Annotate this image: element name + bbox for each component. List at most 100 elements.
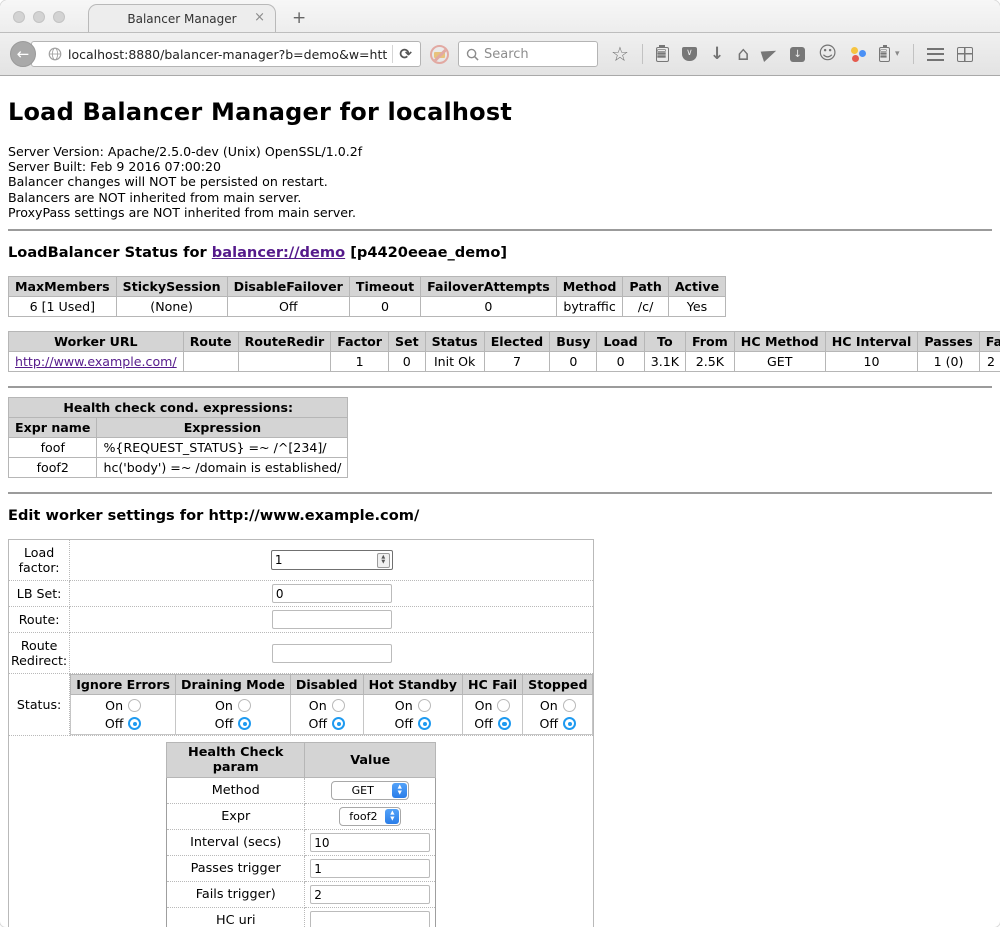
tab-balancer-manager[interactable]: Balancer Manager × — [88, 4, 276, 32]
col-ignore-errors: Ignore Errors — [71, 675, 176, 695]
cell-expression: hc('body') =~ /domain is established/ — [97, 458, 348, 478]
zoom-window-button[interactable] — [53, 11, 65, 23]
lb-set-label: LB Set: — [9, 581, 70, 607]
fails-trigger-input[interactable] — [310, 885, 430, 904]
search-placeholder[interactable]: Search — [484, 47, 529, 62]
radio-on-label: On — [215, 698, 233, 713]
hc-fail-off-radio[interactable] — [498, 717, 511, 730]
battery-widget-icon[interactable] — [879, 47, 890, 62]
radio-on-label: On — [475, 698, 493, 713]
col-active: Active — [668, 277, 725, 297]
urlbar-divider — [392, 45, 393, 63]
expr-row: foof2 hc('body') =~ /domain is establish… — [9, 458, 348, 478]
chevron-down-icon[interactable]: ▾ — [895, 49, 900, 59]
radio-off-label: Off — [394, 716, 413, 731]
radio-off-label: Off — [105, 716, 124, 731]
col-set: Set — [388, 332, 425, 352]
page-content: Load Balancer Manager for localhost Serv… — [0, 76, 1000, 927]
tab-close-icon[interactable]: × — [254, 10, 265, 25]
col-route: Route — [183, 332, 238, 352]
worker-url-link[interactable]: http://www.example.com/ — [15, 354, 177, 369]
stopped-on-radio[interactable] — [563, 699, 576, 712]
theme-colors-icon[interactable] — [850, 46, 866, 62]
col-busy: Busy — [550, 332, 597, 352]
chat-smiley-icon[interactable]: ☺ — [818, 45, 837, 63]
pocket-icon[interactable]: ∨ — [682, 47, 697, 61]
cell-maxmembers: 6 [1 Used] — [9, 297, 117, 317]
url-text[interactable]: localhost:8880/balancer-manager?b=demo&w… — [68, 47, 388, 62]
menu-icon[interactable] — [927, 48, 944, 61]
col-stickysession: StickySession — [116, 277, 227, 297]
save-page-icon[interactable]: ↓ — [790, 47, 805, 62]
reload-icon[interactable]: ⟳ — [397, 45, 420, 63]
url-bar[interactable]: localhost:8880/balancer-manager?b=demo&w… — [31, 41, 421, 67]
col-hc-value: Value — [305, 743, 436, 778]
select-arrows-icon: ▲▼ — [392, 783, 407, 798]
col-expr-name: Expr name — [9, 418, 97, 438]
balancer-demo-link[interactable]: balancer://demo — [212, 244, 345, 261]
cell-passes: 1 (0) — [918, 352, 979, 372]
interval-input[interactable] — [310, 833, 430, 852]
downloads-icon[interactable]: ↓ — [710, 46, 724, 63]
hc-uri-label: HC uri — [167, 908, 305, 927]
col-expression: Expression — [97, 418, 348, 438]
divider — [8, 492, 992, 494]
load-factor-input[interactable] — [275, 553, 365, 567]
minimize-window-button[interactable] — [33, 11, 45, 23]
expr-select[interactable]: foof2 ▲▼ — [339, 807, 401, 826]
navigation-toolbar: ← localhost:8880/balancer-manager?b=demo… — [0, 33, 1000, 76]
lb-set-input[interactable] — [272, 584, 392, 603]
close-window-button[interactable] — [13, 11, 25, 23]
cell-expression: %{REQUEST_STATUS} =~ /^[234]/ — [97, 438, 348, 458]
cell-active: Yes — [668, 297, 725, 317]
col-hc-fail: HC Fail — [462, 675, 522, 695]
reading-list-icon[interactable] — [656, 47, 669, 62]
radio-on-label: On — [540, 698, 558, 713]
cell-timeout: 0 — [349, 297, 420, 317]
hc-fail-on-radio[interactable] — [497, 699, 510, 712]
hc-uri-input[interactable] — [310, 911, 430, 927]
divider — [8, 229, 992, 231]
hot-standby-on-radio[interactable] — [418, 699, 431, 712]
route-input[interactable] — [272, 610, 392, 629]
tiles-grid-icon[interactable] — [957, 47, 973, 62]
radio-on-label: On — [105, 698, 123, 713]
col-timeout: Timeout — [349, 277, 420, 297]
ignore-errors-off-radio[interactable] — [128, 717, 141, 730]
new-tab-button[interactable]: + — [292, 8, 306, 28]
bookmark-star-icon[interactable]: ☆ — [611, 44, 629, 64]
route-label: Route: — [9, 607, 70, 633]
col-method: Method — [556, 277, 623, 297]
send-tab-icon[interactable] — [761, 46, 779, 61]
route-redirect-input[interactable] — [272, 644, 392, 663]
cell-from: 2.5K — [685, 352, 734, 372]
passes-trigger-label: Passes trigger — [167, 856, 305, 882]
back-button[interactable]: ← — [10, 41, 36, 67]
hot-standby-off-radio[interactable] — [418, 717, 431, 730]
draining-mode-on-radio[interactable] — [238, 699, 251, 712]
home-icon[interactable]: ⌂ — [737, 45, 749, 64]
cell-status: Init Ok — [425, 352, 484, 372]
heading-prefix: LoadBalancer Status for — [8, 244, 212, 261]
number-stepper[interactable]: ▲▼ — [377, 553, 390, 568]
disabled-on-radio[interactable] — [332, 699, 345, 712]
passes-trigger-input[interactable] — [310, 859, 430, 878]
ignore-errors-on-radio[interactable] — [128, 699, 141, 712]
tab-bar: Balancer Manager × + — [0, 0, 1000, 33]
method-select[interactable]: GET ▲▼ — [331, 781, 409, 800]
hc-expr-title: Health check cond. expressions: — [9, 398, 348, 418]
draining-mode-off-radio[interactable] — [238, 717, 251, 730]
search-bar[interactable]: Search — [458, 41, 598, 67]
stopped-off-radio[interactable] — [563, 717, 576, 730]
content-blocked-icon[interactable] — [430, 45, 449, 64]
col-draining-mode: Draining Mode — [176, 675, 291, 695]
expr-label: Expr — [167, 804, 305, 830]
disabled-off-radio[interactable] — [332, 717, 345, 730]
cell-path: /c/ — [623, 297, 668, 317]
cell-expr-name: foof — [9, 438, 97, 458]
col-maxmembers: MaxMembers — [9, 277, 117, 297]
health-check-param-table: Health Check param Value Method GET ▲▼ — [166, 742, 436, 927]
expr-selected-value: foof2 — [341, 810, 385, 823]
col-hot-standby: Hot Standby — [363, 675, 462, 695]
toolbar-separator — [642, 44, 643, 64]
